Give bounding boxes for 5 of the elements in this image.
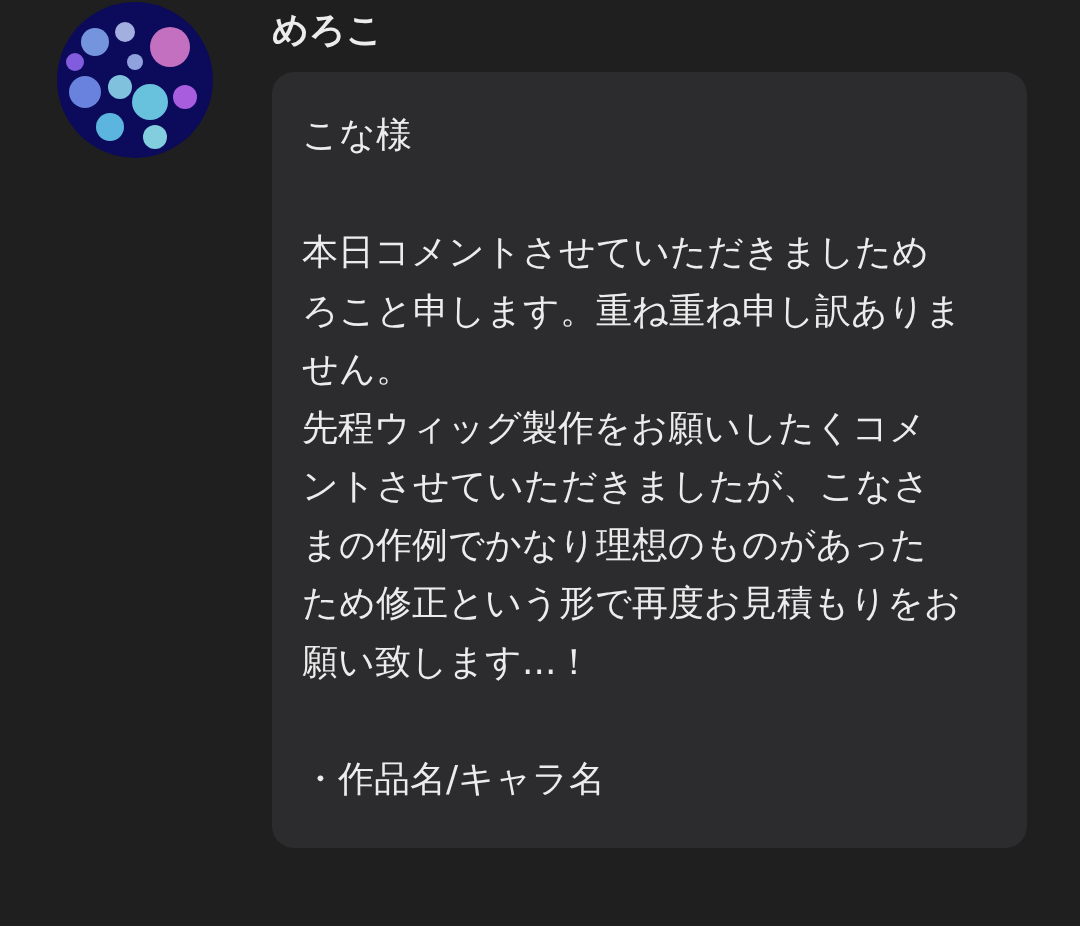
message-text: 先程ウィッグ製作をお願いしたくコメントさせていただきましたが、こなさまの作例でかなり理想のものがあったため修正という形で再度お見積もりをお願い致します...！ (302, 405, 962, 684)
message-text: こな様 (302, 113, 413, 157)
author-name: めろこ (272, 8, 384, 52)
message-text: 本日コメントさせていただきましためろこと申します。重ね重ね申し訳ありません。 (302, 230, 962, 391)
message-text: ・作品名/キャラ名 (302, 756, 607, 801)
